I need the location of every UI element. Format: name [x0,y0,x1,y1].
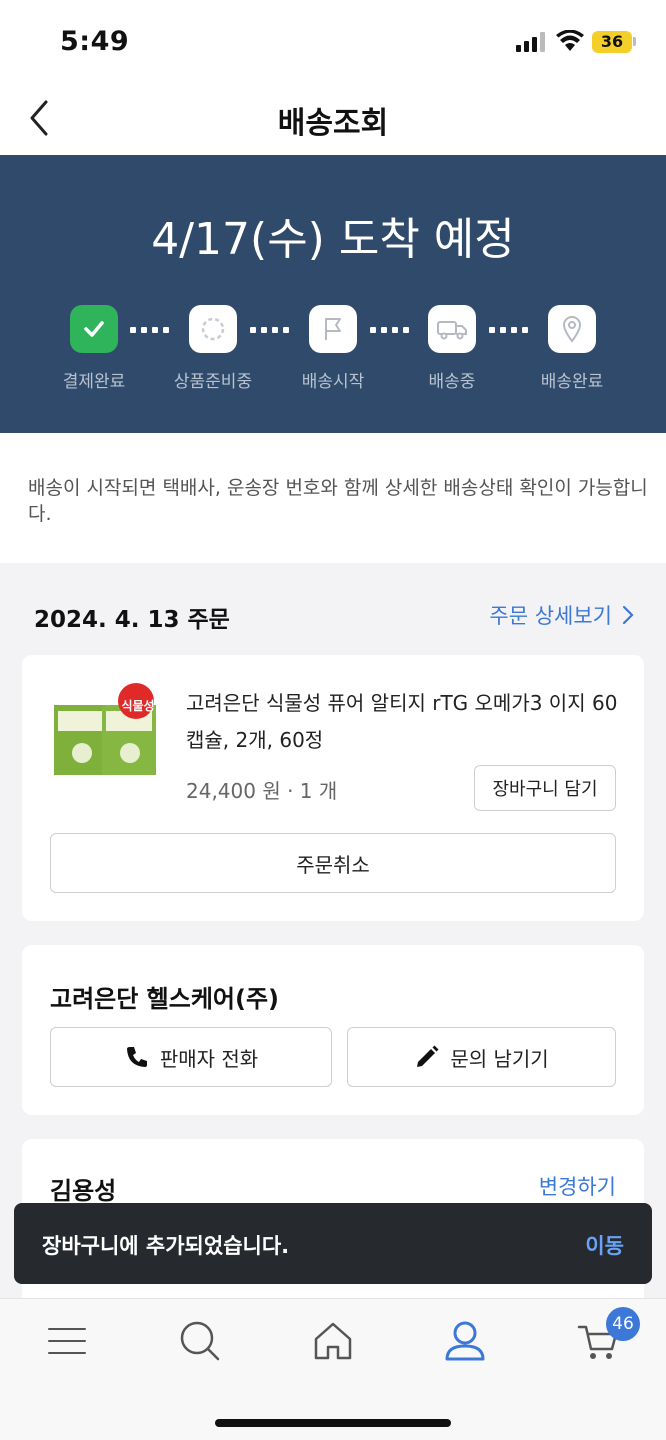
call-seller-label: 판매자 전화 [159,1046,259,1071]
status-bar: 5:49 36 [0,0,666,82]
check-icon [70,305,118,353]
step-preparing: 상품준비중 [153,305,273,392]
cancel-order-button[interactable]: 주문취소 [50,833,616,893]
preparing-icon [189,305,237,353]
flag-icon [309,305,357,353]
cart-count-badge: 46 [606,1307,640,1341]
user-icon[interactable] [443,1319,487,1363]
header: 배송조회 [0,82,666,155]
receiver-name: 김용성 [50,1177,117,1205]
step-in-transit: 배송중 [392,305,512,392]
add-to-cart-button[interactable]: 장바구니 담기 [474,765,616,811]
menu-icon[interactable] [45,1319,89,1363]
shipping-notice: 배송이 시작되면 택배사, 운송장 번호와 함께 상세한 배송상태 확인이 가능… [0,433,666,563]
page-title: 배송조회 [277,106,389,141]
order-detail-link[interactable]: 주문 상세보기 [489,600,634,630]
bottom-nav: 46 [0,1298,666,1440]
leave-inquiry-label: 문의 남기기 [450,1046,549,1071]
status-time: 5:49 [60,26,130,57]
order-date: 2024. 4. 13 주문 [34,607,230,633]
step-shipping-start: 배송시작 [273,305,393,392]
battery-tip [633,37,636,46]
phone-icon [126,1047,147,1067]
change-address-link[interactable]: 변경하기 [539,1171,616,1201]
seller-name: 고려은단 헬스케어(주) [50,985,280,1013]
seller-card: 고려은단 헬스케어(주) 판매자 전화 문의 남기기 [22,945,644,1115]
leave-inquiry-button[interactable]: 문의 남기기 [347,1027,616,1087]
search-icon[interactable] [178,1319,222,1363]
product-badge: 식물성 [121,699,155,713]
cellular-signal-icon [516,32,545,52]
chevron-right-icon [622,605,634,625]
delivery-status-banner: 4/17(수) 도착 예정 결제완료 상품준비중 배송시작 배송중 배송완료 [0,155,666,433]
home-icon[interactable] [311,1319,355,1363]
product-price-quantity: 24,400 원 · 1 개 [186,779,338,803]
call-seller-button[interactable]: 판매자 전화 [50,1027,332,1087]
product-name[interactable]: 고려은단 식물성 퓨어 알티지 rTG 오메가3 이지 60캡슐, 2개, 60… [186,685,626,759]
truck-icon [428,305,476,353]
notice-text: 배송이 시작되면 택배사, 운송장 번호와 함께 상세한 배송상태 확인이 가능… [28,477,648,525]
toast-notification: 장바구니에 추가되었습니다. 이동 [14,1203,652,1284]
toast-message: 장바구니에 추가되었습니다. [42,1234,290,1258]
location-pin-icon [548,305,596,353]
toast-go-button[interactable]: 이동 [585,1230,624,1260]
step-payment-complete: 결제완료 [34,305,154,392]
battery-indicator: 36 [592,31,632,53]
home-indicator[interactable] [215,1419,451,1427]
order-detail-label: 주문 상세보기 [489,604,612,628]
arrival-estimate: 4/17(수) 도착 예정 [151,214,515,265]
pencil-icon [417,1045,439,1067]
product-card: 식물성 고려은단 식물성 퓨어 알티지 rTG 오메가3 이지 60캡슐, 2개… [22,655,644,921]
step-delivered: 배송완료 [512,305,632,392]
wifi-icon [556,30,584,51]
